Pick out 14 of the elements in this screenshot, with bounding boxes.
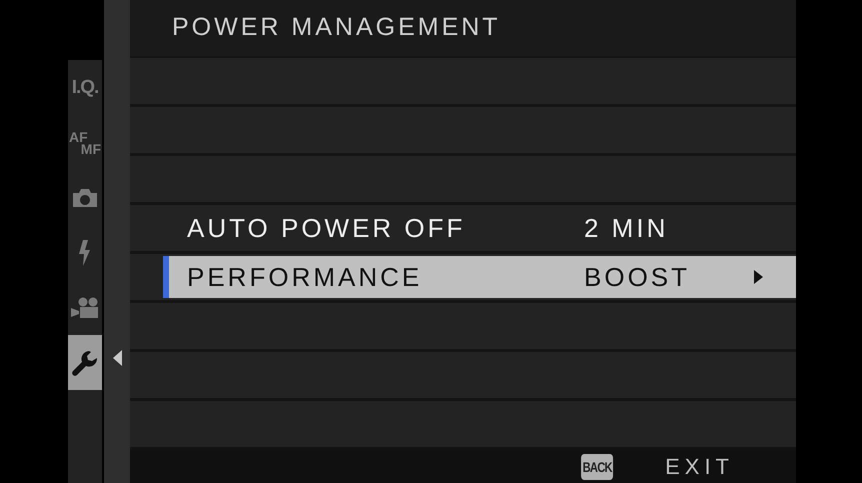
wrench-icon [71,348,99,376]
menu-tab[interactable] [68,335,102,390]
back-key-badge: BACK [580,454,614,480]
camera-icon [72,188,98,208]
left-arrow-icon [112,350,122,366]
movie-camera-icon [71,296,99,318]
menu-tab[interactable]: AF MF [68,115,102,170]
menu-item[interactable]: PERFORMANCE BOOST [163,256,796,298]
flash-icon [77,240,93,266]
menu-tab[interactable]: I.Q. [68,60,102,115]
screen-title: POWER MANAGEMENT [172,12,501,44]
exit-label[interactable]: EXIT [665,450,734,483]
menu-item[interactable]: AUTO POWER OFF 2 MIN [163,207,796,249]
right-arrow-icon [754,270,763,284]
